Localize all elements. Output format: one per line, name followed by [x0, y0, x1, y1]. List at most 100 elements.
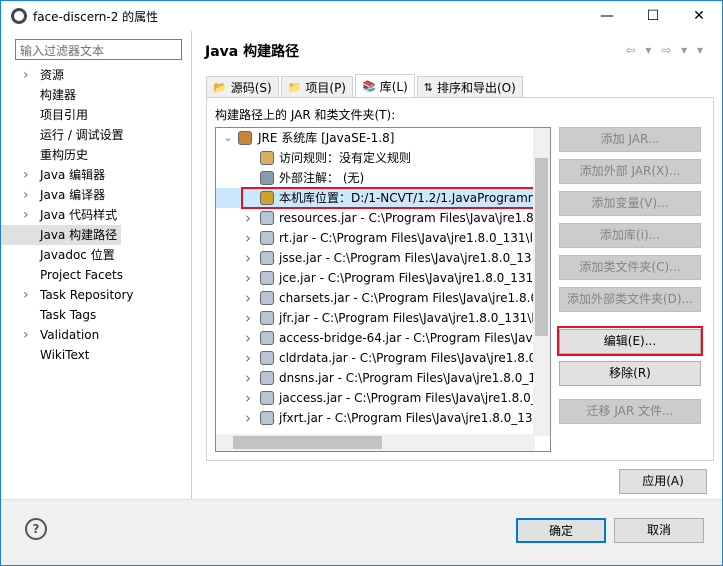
jar-icon	[260, 371, 274, 385]
button-3: 添加库(i)...	[559, 223, 701, 248]
tree-item-label: JRE 系统库 [JavaSE-1.8]	[258, 131, 395, 145]
tree-row[interactable]: › resources.jar - C:\Program Files\Java\j…	[216, 208, 550, 228]
jar-icon	[260, 311, 274, 325]
apply-button[interactable]: 应用(A)	[619, 469, 707, 494]
chevron-right-icon[interactable]: ›	[242, 228, 254, 248]
tree-row[interactable]: › jfr.jar - C:\Program Files\Java\jre1.8.…	[216, 308, 550, 328]
chevron-right-icon[interactable]: ›	[23, 65, 29, 85]
chevron-right-icon[interactable]: ›	[242, 288, 254, 308]
sidebar-item[interactable]: › 资源	[1, 65, 191, 85]
scroll-thumb[interactable]	[535, 158, 548, 336]
folder-source-icon: 📂	[213, 80, 227, 94]
button-4: 添加类文件夹(C)...	[559, 255, 701, 280]
chevron-right-icon[interactable]: ›	[242, 308, 254, 328]
history-nav-arrows[interactable]: ⇦ ▾ ⇨ ▾ ▾	[626, 43, 706, 57]
sidebar-item[interactable]: 项目引用	[1, 105, 191, 125]
sidebar-item-label: Java 编辑器	[40, 168, 106, 182]
tree-item-label: 访问规则：没有定义规则	[279, 151, 412, 165]
sidebar-item-label: 运行 / 调试设置	[40, 128, 124, 142]
sidebar-item[interactable]: › Validation	[1, 325, 191, 345]
chevron-right-icon[interactable]: ›	[242, 328, 254, 348]
highlight-box	[557, 326, 703, 356]
tab-3[interactable]: ⇅ 排序和导出(O)	[416, 76, 523, 97]
chevron-right-icon[interactable]: ›	[242, 388, 254, 408]
order-icon: ⇅	[423, 80, 433, 94]
properties-dialog: face-discern-2 的属性 — ☐ ✕ 输入过滤器文本 › 资源 构建器项…	[0, 0, 723, 566]
tree-row[interactable]: › cldrdata.jar - C:\Program Files\Java\jr…	[216, 348, 550, 368]
tree-row[interactable]: › jfxrt.jar - C:\Program Files\Java\jre1.…	[216, 408, 550, 428]
chevron-down-icon[interactable]: ⌄	[222, 128, 234, 148]
tree-row[interactable]: › jaccess.jar - C:\Program Files\Java\jre…	[216, 388, 550, 408]
tree-row[interactable]: › dnsns.jar - C:\Program Files\Java\jre1.…	[216, 368, 550, 388]
sidebar-item[interactable]: Task Tags	[1, 305, 191, 325]
sidebar-item[interactable]: Javadoc 位置	[1, 245, 191, 265]
sidebar-item-label: 资源	[40, 68, 65, 82]
chevron-right-icon[interactable]: ›	[242, 268, 254, 288]
jar-icon	[260, 271, 274, 285]
tab-1[interactable]: 📁 项目(P)	[280, 76, 353, 97]
tree-row[interactable]: 访问规则：没有定义规则	[216, 148, 550, 168]
chevron-right-icon[interactable]: ›	[242, 368, 254, 388]
sidebar-item[interactable]: › Java 代码样式	[1, 205, 191, 225]
tree-item-label: jsse.jar - C:\Program Files\Java\jre1.8.…	[279, 251, 540, 265]
sidebar-item-label: 重构历史	[40, 148, 89, 162]
chevron-right-icon[interactable]: ›	[23, 325, 29, 345]
maximize-button[interactable]: ☐	[630, 1, 676, 31]
chevron-right-icon[interactable]: ›	[242, 248, 254, 268]
highlight-box	[241, 187, 539, 209]
footer: ? 确定 取消	[1, 499, 722, 565]
tree-row[interactable]: 外部注解： (无)	[216, 168, 550, 188]
chevron-right-icon[interactable]: ›	[23, 285, 29, 305]
access-rules-icon	[260, 151, 274, 165]
sidebar-item[interactable]: Java 构建路径	[1, 225, 121, 245]
list-label: 构建路径上的 JAR 和类文件夹(T):	[215, 108, 396, 122]
vertical-scrollbar[interactable]	[533, 128, 550, 436]
button-0: 添加 JAR...	[559, 127, 701, 152]
sidebar-item-label: Task Repository	[40, 288, 134, 302]
cancel-button[interactable]: 取消	[614, 518, 704, 543]
button-7[interactable]: 移除(R)	[559, 361, 701, 386]
tree-item-label: jce.jar - C:\Program Files\Java\jre1.8.0…	[279, 271, 538, 285]
minimize-button[interactable]: —	[584, 1, 630, 31]
chevron-right-icon[interactable]: ›	[23, 165, 29, 185]
main-panel: Java 构建路径 ⇦ ▾ ⇨ ▾ ▾ 📂 源码(S) 📁 项目(P) 📚 库(L) ⇅ 排序…	[193, 31, 722, 499]
tree-row[interactable]: › jsse.jar - C:\Program Files\Java\jre1.8…	[216, 248, 550, 268]
horizontal-scrollbar[interactable]	[216, 434, 535, 451]
tree-row[interactable]: › rt.jar - C:\Program Files\Java\jre1.8.0…	[216, 228, 550, 248]
jar-icon	[260, 231, 274, 245]
tree-row[interactable]: › charsets.jar - C:\Program Files\Java\jr…	[216, 288, 550, 308]
scroll-thumb[interactable]	[233, 436, 382, 449]
library-icon: 📚	[362, 79, 376, 93]
sidebar: 输入过滤器文本 › 资源构建器项目引用运行 / 调试设置 重构历史 › Java 编辑器…	[1, 31, 192, 499]
sidebar-item[interactable]: › Task Repository	[1, 285, 191, 305]
jar-icon	[260, 211, 274, 225]
tab-2[interactable]: 📚 库(L)	[355, 74, 415, 97]
sidebar-item[interactable]: › Java 编辑器	[1, 165, 191, 185]
build-path-tree[interactable]: ⌄ JRE 系统库 [JavaSE-1.8] 访问规则：没有定义规则外部注解： (无…	[215, 127, 551, 452]
chevron-right-icon[interactable]: ›	[242, 348, 254, 368]
tab-0[interactable]: 📂 源码(S)	[206, 76, 279, 97]
sidebar-item[interactable]: Project Facets	[1, 265, 191, 285]
sidebar-item[interactable]: WikiText	[1, 345, 191, 365]
chevron-right-icon[interactable]: ›	[242, 208, 254, 228]
chevron-right-icon[interactable]: ›	[23, 205, 29, 225]
ok-button[interactable]: 确定	[516, 518, 606, 543]
sidebar-item[interactable]: 重构历史	[1, 145, 191, 165]
annotation-icon	[260, 171, 274, 185]
jar-icon	[260, 411, 274, 425]
sidebar-item[interactable]: › Java 编译器	[1, 185, 191, 205]
page-title: Java 构建路径	[205, 44, 300, 60]
tree-row[interactable]: › access-bridge-64.jar - C:\Program Files…	[216, 328, 550, 348]
close-button[interactable]: ✕	[676, 1, 722, 31]
chevron-right-icon[interactable]: ›	[23, 185, 29, 205]
tree-row[interactable]: ⌄ JRE 系统库 [JavaSE-1.8]	[216, 128, 550, 148]
sidebar-item-label: 构建器	[40, 88, 77, 102]
eclipse-icon	[11, 8, 27, 24]
sidebar-item[interactable]: 构建器	[1, 85, 191, 105]
tree-row[interactable]: › jce.jar - C:\Program Files\Java\jre1.8.…	[216, 268, 550, 288]
tree-item-label: rt.jar - C:\Program Files\Java\jre1.8.0_…	[279, 231, 537, 245]
chevron-right-icon[interactable]: ›	[242, 408, 254, 428]
filter-input[interactable]: 输入过滤器文本	[15, 39, 182, 60]
help-icon[interactable]: ?	[25, 518, 47, 540]
sidebar-item[interactable]: 运行 / 调试设置	[1, 125, 191, 145]
